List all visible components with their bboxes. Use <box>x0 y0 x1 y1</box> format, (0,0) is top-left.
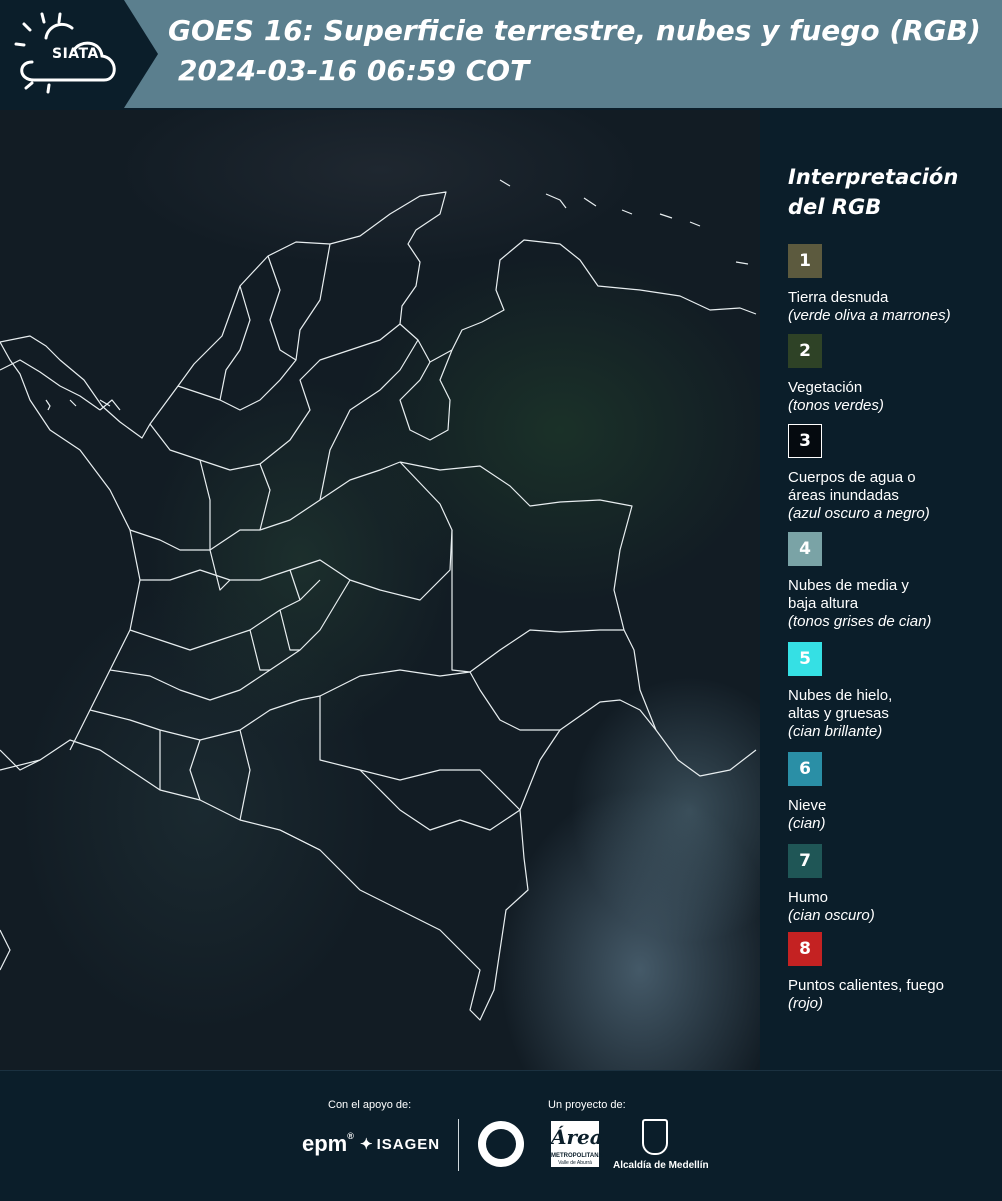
area-metropolitana-logo: Área METROPOLITANA Valle de Aburrá <box>551 1121 603 1167</box>
page-title: GOES 16: Superficie terrestre, nubes y f… <box>168 14 981 47</box>
siata-logo: SIATA <box>0 0 158 108</box>
color-swatch: 8 <box>788 932 822 966</box>
legend-item-desc: (tonos verdes) <box>788 397 884 414</box>
legend-item-desc: (verde oliva a marrones) <box>788 307 951 324</box>
legend-item: 3 Cuerpos de agua o áreas inundadas (azu… <box>788 424 998 523</box>
footer-sponsors: Con el apoyo de: Un proyecto de: epm® ✦ I… <box>0 1070 1002 1201</box>
legend-item-desc: (cian oscuro) <box>788 907 875 924</box>
rgb-legend: Interpretación del RGB 1 Tierra desnuda … <box>762 110 1002 1070</box>
legend-item: 2 Vegetación (tonos verdes) <box>788 334 998 415</box>
legend-item-label: Vegetación <box>788 379 863 396</box>
color-swatch: 7 <box>788 844 822 878</box>
color-swatch: 3 <box>788 424 822 458</box>
epm-logo: epm® <box>302 1131 354 1156</box>
header-bar: SIATA GOES 16: Superficie terrestre, nub… <box>0 0 1002 108</box>
color-swatch: 4 <box>788 532 822 566</box>
legend-item-desc: (tonos grises de cian) <box>788 613 932 630</box>
logo-text: SIATA <box>52 46 99 62</box>
support-label: Con el apoyo de: <box>328 1099 412 1111</box>
legend-item-desc: (rojo) <box>788 995 824 1012</box>
legend-item-desc: (cian brillante) <box>788 723 883 740</box>
legend-item-label: Nubes de media y baja altura <box>788 577 909 612</box>
legend-item: 1 Tierra desnuda (verde oliva a marrones… <box>788 244 998 325</box>
legend-item-label: Puntos calientes, fuego <box>788 977 944 994</box>
medellin-crest-icon <box>642 1119 668 1155</box>
isagen-logo: ✦ ISAGEN <box>360 1136 441 1153</box>
legend-item-label: Nubes de hielo, altas y gruesas <box>788 687 893 722</box>
legend-item-label: Cuerpos de agua o áreas inundadas <box>788 469 916 504</box>
boundary-lines <box>0 179 757 1021</box>
legend-item: 8 Puntos calientes, fuego (rojo) <box>788 932 998 1013</box>
legend-item-desc: (azul oscuro a negro) <box>788 505 930 522</box>
timestamp: 2024-03-16 06:59 COT <box>178 54 530 87</box>
medellin-label: Alcaldía de Medellín <box>613 1160 709 1171</box>
legend-item: 7 Humo (cian oscuro) <box>788 844 998 925</box>
isagen-icon: ✦ <box>360 1136 374 1153</box>
project-label: Un proyecto de: <box>548 1099 626 1111</box>
color-swatch: 2 <box>788 334 822 368</box>
footer-divider <box>458 1119 459 1171</box>
legend-item: 6 Nieve (cian) <box>788 752 998 833</box>
legend-item: 5 Nubes de hielo, altas y gruesas (cian … <box>788 642 998 741</box>
legend-item-label: Humo <box>788 889 829 906</box>
satellite-map <box>0 110 760 1070</box>
legend-title: Interpretación del RGB <box>788 165 959 219</box>
color-swatch: 6 <box>788 752 822 786</box>
government-seal-icon <box>478 1121 524 1167</box>
legend-item-desc: (cian) <box>788 815 826 832</box>
legend-item: 4 Nubes de media y baja altura (tonos gr… <box>788 532 998 631</box>
legend-item-label: Tierra desnuda <box>788 289 889 306</box>
color-swatch: 5 <box>788 642 822 676</box>
color-swatch: 1 <box>788 244 822 278</box>
legend-item-label: Nieve <box>788 797 827 814</box>
